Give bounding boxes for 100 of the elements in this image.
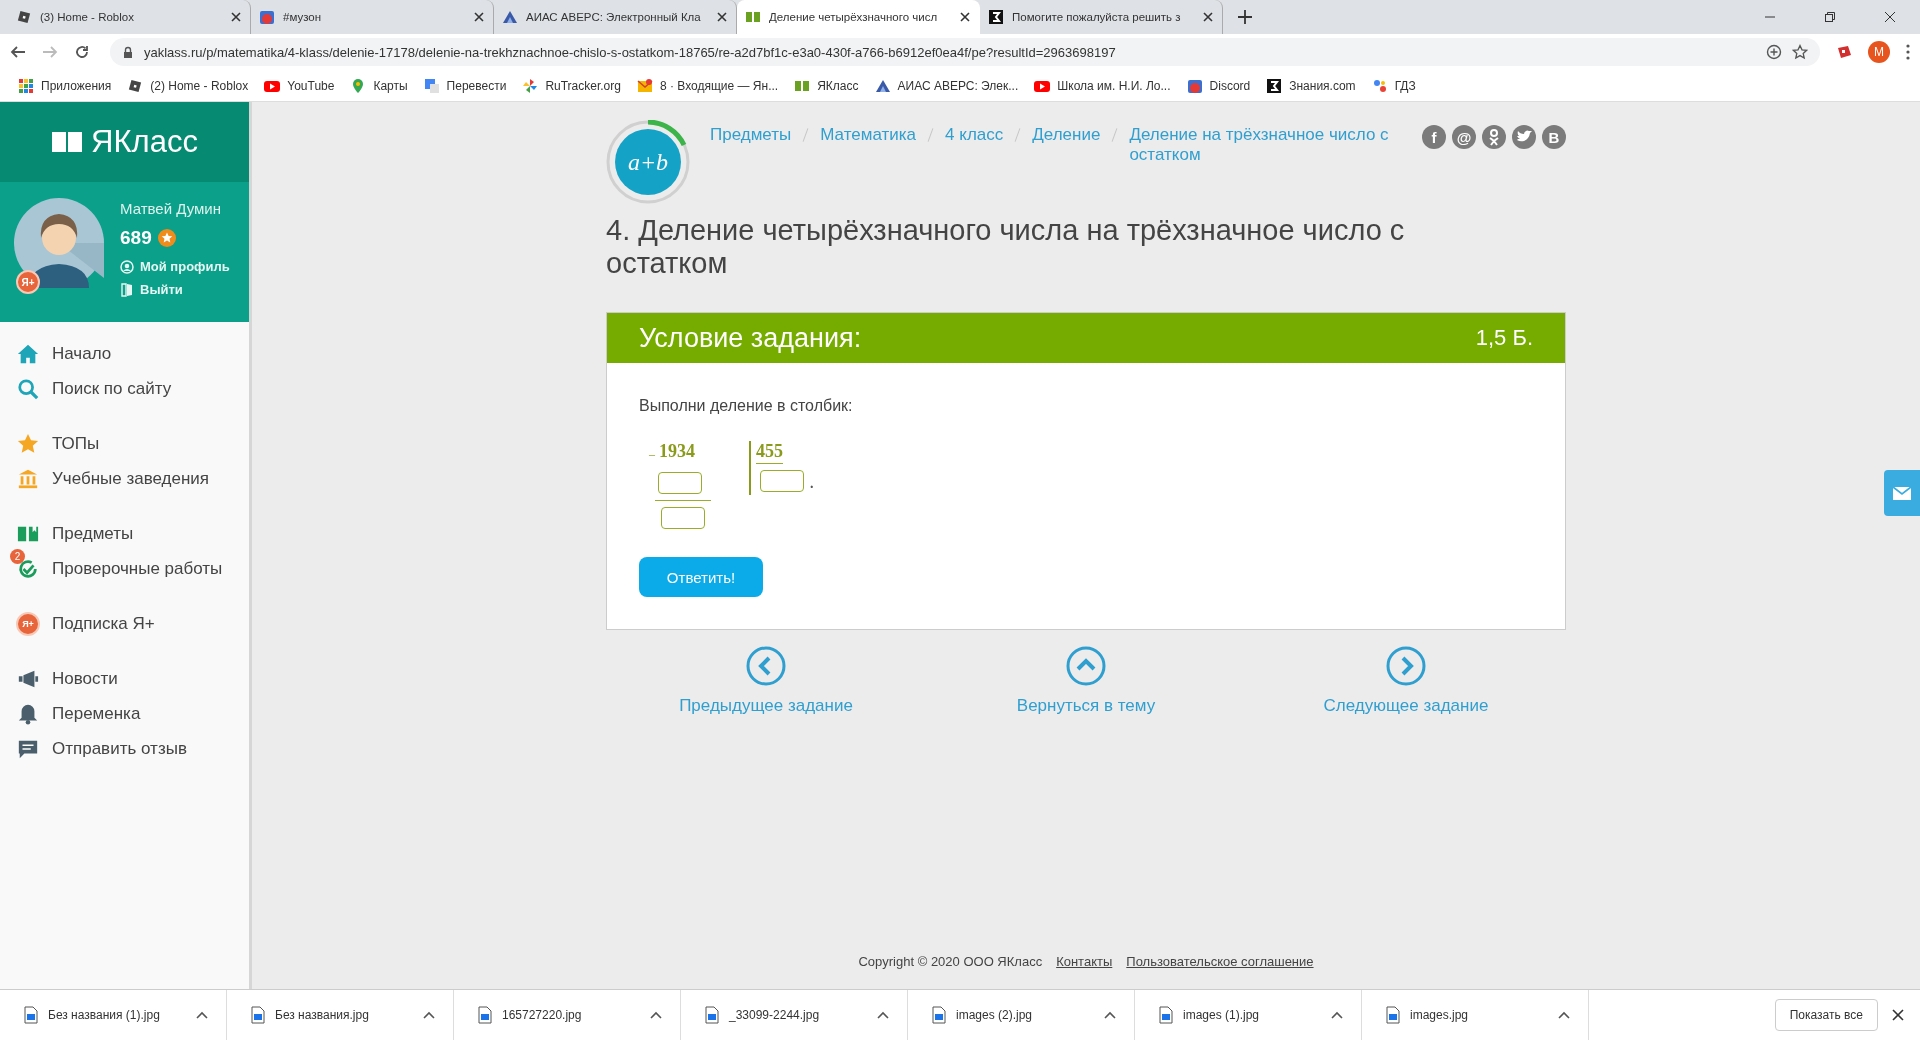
caret-icon[interactable] bbox=[423, 1010, 435, 1020]
apps-icon bbox=[18, 77, 34, 94]
nav-link[interactable]: Проверочные работы bbox=[52, 558, 223, 579]
close-icon[interactable] bbox=[716, 11, 728, 23]
download-item[interactable]: _33099-2244.jpg bbox=[681, 990, 908, 1040]
nav-link[interactable]: Поиск по сайту bbox=[52, 378, 172, 399]
bookmark[interactable]: (2) Home - Roblox bbox=[150, 78, 249, 93]
close-icon[interactable] bbox=[1202, 11, 1214, 23]
download-item[interactable]: Без названия.jpg bbox=[227, 990, 454, 1040]
close-icon[interactable] bbox=[959, 11, 971, 23]
bookmark[interactable]: Знания.com bbox=[1289, 78, 1356, 93]
plus-icon[interactable] bbox=[1237, 9, 1253, 25]
book-icon bbox=[745, 9, 761, 25]
file-icon bbox=[1386, 1006, 1400, 1024]
caret-icon[interactable] bbox=[650, 1010, 662, 1020]
file-icon bbox=[705, 1006, 719, 1024]
subscription-badge: Я+ bbox=[16, 270, 40, 294]
share-button[interactable]: @ bbox=[1452, 125, 1476, 149]
page-title: 4. Деление четырёхзначного числа на трёхзначное число с остатком bbox=[606, 214, 1406, 280]
nav-link[interactable]: Отправить отзыв bbox=[52, 738, 187, 759]
task-points: 1,5 Б. bbox=[1475, 325, 1533, 351]
bookmark[interactable]: Перевести bbox=[446, 78, 507, 93]
caret-icon[interactable] bbox=[877, 1010, 889, 1020]
answer-field[interactable] bbox=[658, 472, 702, 494]
task-prompt: Выполни деление в столбик: bbox=[639, 397, 854, 415]
file-icon bbox=[932, 1006, 946, 1024]
bookmark[interactable]: ГДЗ bbox=[1394, 78, 1416, 93]
square-icon bbox=[988, 9, 1004, 25]
bookmark[interactable]: YouTube bbox=[287, 78, 335, 93]
download-item[interactable]: images.jpg bbox=[1362, 990, 1589, 1040]
nav-link[interactable]: Новости bbox=[52, 668, 118, 689]
bookmark[interactable]: RuTracker.org bbox=[545, 78, 621, 93]
count-badge: 2 bbox=[10, 548, 25, 564]
envelope-icon bbox=[1892, 484, 1912, 502]
copyright: Copyright © 2020 ООО ЯКласс bbox=[858, 954, 1043, 969]
footer-link[interactable]: Пользовательское соглашение bbox=[1126, 954, 1314, 969]
star-icon bbox=[17, 432, 39, 455]
answer-field[interactable] bbox=[661, 507, 705, 529]
bookmark[interactable]: Школа им. Н.И. Ло... bbox=[1057, 78, 1171, 93]
decimal-point: . bbox=[810, 476, 814, 492]
divisor: 455 bbox=[756, 441, 783, 464]
bookmark[interactable]: ЯКласс bbox=[817, 78, 859, 93]
bookmark[interactable]: Discord bbox=[1209, 78, 1251, 93]
close-icon[interactable] bbox=[1892, 1009, 1904, 1021]
bookmark[interactable]: Приложения bbox=[41, 78, 112, 93]
mountain-icon bbox=[502, 9, 518, 25]
download-item[interactable]: images (2).jpg bbox=[908, 990, 1135, 1040]
roblox-icon bbox=[16, 9, 32, 25]
odnoklassniki-icon[interactable] bbox=[1482, 125, 1506, 149]
nav-link[interactable]: Предметы bbox=[52, 523, 134, 544]
chevron-left-icon[interactable] bbox=[746, 646, 786, 686]
browser-tab[interactable]: Деление четырёхзначного числ bbox=[737, 0, 980, 34]
search-icon bbox=[17, 377, 39, 400]
download-item[interactable]: Без названия (1).jpg bbox=[0, 990, 227, 1040]
share-button[interactable]: f bbox=[1422, 125, 1446, 149]
pinwheel-icon bbox=[522, 77, 539, 94]
download-item[interactable]: 165727220.jpg bbox=[454, 990, 681, 1040]
bookmark[interactable]: 8 · Входящие — Ян... bbox=[659, 78, 779, 93]
feedback-tab[interactable] bbox=[1884, 470, 1920, 516]
nav-link[interactable]: ТОПы bbox=[52, 433, 100, 454]
caret-icon[interactable] bbox=[1104, 1010, 1116, 1020]
file-icon bbox=[24, 1006, 38, 1024]
chevron-up-icon[interactable] bbox=[1066, 646, 1106, 686]
square-icon bbox=[1266, 77, 1283, 94]
share-button[interactable]: B bbox=[1542, 125, 1566, 149]
chevron-right-icon[interactable] bbox=[1386, 646, 1426, 686]
back-icon[interactable] bbox=[10, 44, 26, 60]
lock-icon bbox=[122, 46, 134, 58]
close-icon[interactable] bbox=[1885, 12, 1895, 22]
more-icon[interactable] bbox=[1906, 44, 1910, 60]
add-circle-icon[interactable] bbox=[1766, 44, 1782, 60]
close-icon[interactable] bbox=[230, 11, 242, 23]
bookmark[interactable]: АИАС АВЕРС: Элек... bbox=[897, 78, 1019, 93]
reload-icon[interactable] bbox=[74, 44, 90, 60]
nav-link[interactable]: Переменка bbox=[52, 703, 141, 724]
restore-icon[interactable] bbox=[1825, 12, 1835, 22]
nav-link[interactable]: Начало bbox=[52, 343, 112, 364]
dividend: 1934 bbox=[659, 441, 695, 462]
file-icon bbox=[478, 1006, 492, 1024]
nav-link[interactable]: Учебные заведения bbox=[52, 468, 210, 489]
footer-link[interactable]: Контакты bbox=[1056, 954, 1113, 969]
close-icon[interactable] bbox=[473, 11, 485, 23]
bookmark[interactable]: Карты bbox=[373, 78, 408, 93]
progress-ring-icon bbox=[606, 120, 690, 204]
show-all-button[interactable]: Показать все bbox=[1774, 999, 1878, 1031]
points-count: 689 bbox=[120, 227, 152, 249]
book-icon bbox=[51, 129, 84, 155]
profile-avatar[interactable]: M bbox=[1868, 41, 1890, 63]
answer-field[interactable] bbox=[760, 470, 804, 492]
bird-icon[interactable] bbox=[1512, 125, 1536, 149]
caret-icon[interactable] bbox=[196, 1010, 208, 1020]
star-icon[interactable] bbox=[1792, 44, 1808, 60]
subscription-icon: Я+ bbox=[16, 611, 40, 636]
download-item[interactable]: images (1).jpg bbox=[1135, 990, 1362, 1040]
caret-icon[interactable] bbox=[1331, 1010, 1343, 1020]
nav-link[interactable]: Подписка Я+ bbox=[52, 613, 155, 634]
address-bar[interactable]: yaklass.ru/p/matematika/4-klass/delenie-17178/delenie-na-trekhznachnoe-chislo-s-ostatkom-18765/re-a2d7bf1c-e3a0-430f-a766-b6912ef0ea4f/pe?resultId=2963698197 bbox=[110, 38, 1820, 66]
topic-icon-label: a+b bbox=[627, 148, 669, 176]
site-logo[interactable]: ЯКласс bbox=[91, 124, 198, 160]
caret-icon[interactable] bbox=[1558, 1010, 1570, 1020]
